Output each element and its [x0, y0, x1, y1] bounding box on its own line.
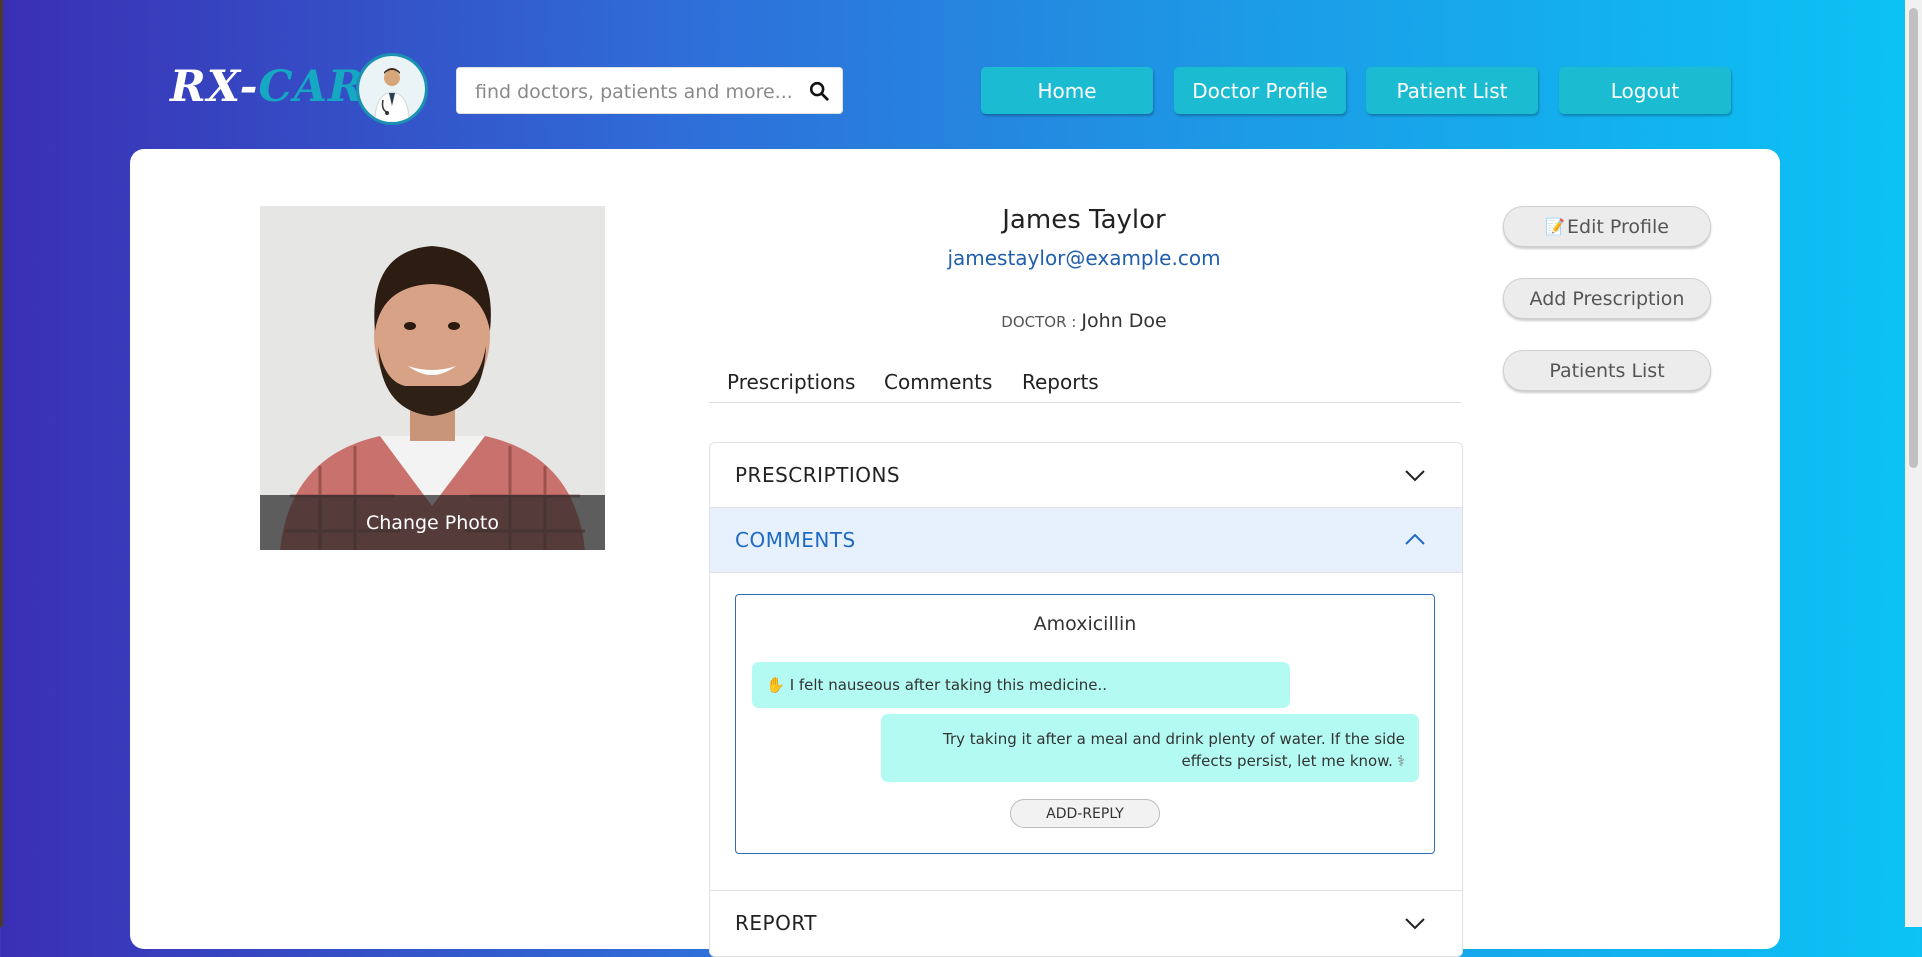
doctor-reply-text: Try taking it after a meal and drink ple… — [943, 730, 1405, 770]
doctor-name: John Doe — [1081, 310, 1167, 332]
patient-photo: Change Photo — [260, 206, 605, 550]
report-accordion-title: REPORT — [735, 911, 817, 935]
comments-accordion-title: COMMENTS — [735, 528, 856, 552]
search-icon[interactable] — [808, 80, 830, 102]
patient-name: James Taylor — [1002, 205, 1166, 235]
add-prescription-button[interactable]: Add Prescription — [1503, 278, 1711, 319]
nav-doctor-profile-button[interactable]: Doctor Profile — [1174, 67, 1346, 114]
prescriptions-accordion-header[interactable]: PRESCRIPTIONS — [710, 443, 1462, 508]
patient-comment-text: I felt nauseous after taking this medici… — [789, 676, 1108, 694]
change-photo-button[interactable]: Change Photo — [260, 495, 605, 550]
comment-medicine-name: Amoxicillin — [1033, 613, 1137, 635]
patient-comment-bubble: ✋ I felt nauseous after taking this medi… — [752, 662, 1290, 708]
doctor-reply-bubble: Try taking it after a meal and drink ple… — [881, 714, 1419, 782]
doctor-avatar-icon — [359, 56, 425, 122]
chevron-down-icon — [1405, 470, 1425, 482]
comments-accordion-header[interactable]: COMMENTS — [710, 508, 1462, 573]
patient-email-link[interactable]: jamestaylor@example.com — [709, 246, 1459, 270]
nav-patient-list-button[interactable]: Patient List — [1366, 67, 1538, 114]
records-accordion: PRESCRIPTIONS COMMENTS Amoxicillin ✋ I f… — [709, 442, 1463, 957]
edit-profile-button[interactable]: 📝 Edit Profile — [1503, 206, 1711, 247]
report-accordion-header[interactable]: REPORT — [710, 891, 1462, 956]
chevron-up-icon — [1405, 533, 1425, 545]
assigned-doctor: DOCTOR : John Doe — [709, 310, 1459, 332]
page-scrollbar[interactable] — [1905, 0, 1922, 927]
tab-prescriptions[interactable]: Prescriptions — [727, 370, 855, 394]
nav-home-button[interactable]: Home — [981, 67, 1153, 114]
comment-thread: Amoxicillin ✋ I felt nauseous after taki… — [735, 594, 1435, 854]
window-edge — [0, 0, 3, 927]
patients-list-button[interactable]: Patients List — [1503, 350, 1711, 391]
tab-reports[interactable]: Reports — [1022, 370, 1099, 394]
search-bar[interactable] — [456, 67, 843, 115]
doctor-label: DOCTOR : — [1001, 313, 1077, 331]
nav-logout-button[interactable]: Logout — [1559, 67, 1731, 114]
logo-rx-text: RX- — [170, 62, 259, 112]
chevron-down-icon — [1405, 918, 1425, 930]
profile-tabs: Prescriptions Comments Reports — [709, 365, 1461, 403]
doctor-avatar[interactable] — [356, 53, 428, 125]
add-reply-button[interactable]: ADD-REPLY — [1010, 799, 1160, 828]
hand-icon: ✋ — [766, 676, 785, 694]
edit-profile-label: Edit Profile — [1567, 215, 1669, 238]
scrollbar-thumb[interactable] — [1909, 8, 1918, 468]
search-input[interactable] — [473, 68, 797, 115]
pencil-icon: 📝 — [1545, 217, 1565, 236]
prescriptions-accordion-title: PRESCRIPTIONS — [735, 463, 901, 487]
tab-comments[interactable]: Comments — [884, 370, 992, 394]
comments-panel: Amoxicillin ✋ I felt nauseous after taki… — [710, 573, 1462, 891]
stethoscope-icon: ⚕ — [1396, 752, 1405, 770]
